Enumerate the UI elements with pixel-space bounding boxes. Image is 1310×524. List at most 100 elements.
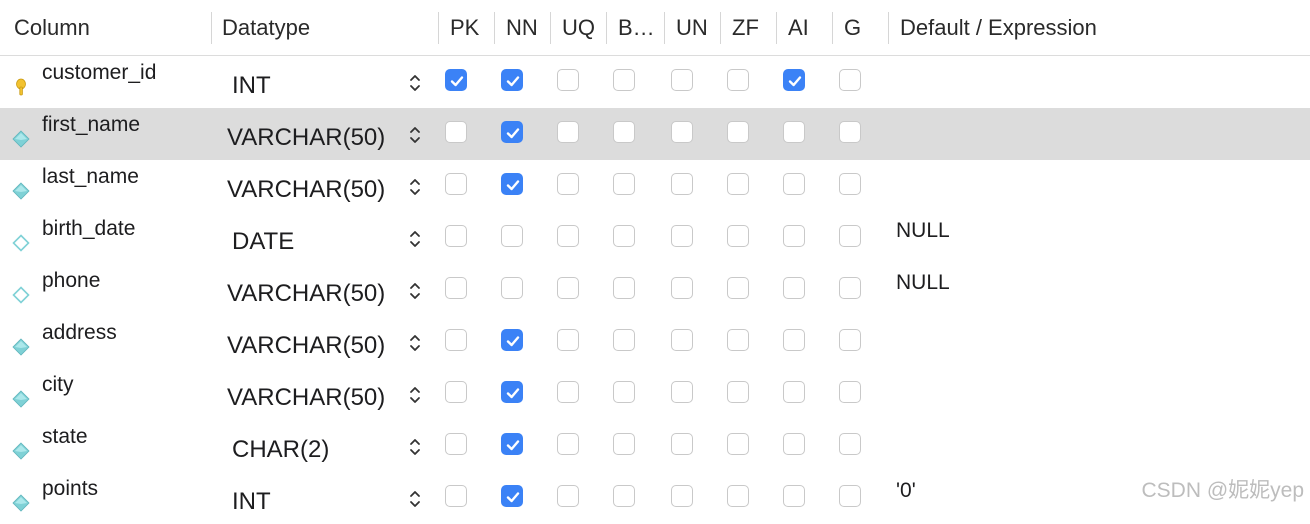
column-name[interactable]: first_name (42, 113, 140, 137)
column-name[interactable]: customer_id (42, 61, 156, 85)
nn-checkbox[interactable] (501, 277, 523, 299)
datatype-select-chevron-icon[interactable] (406, 72, 424, 94)
datatype-value[interactable]: DATE (232, 228, 294, 256)
column-name[interactable]: city (42, 373, 74, 397)
header-pk[interactable]: PK (450, 0, 479, 55)
un-checkbox[interactable] (671, 433, 693, 455)
datatype-value[interactable]: VARCHAR(50) (227, 332, 385, 360)
datatype-value[interactable]: VARCHAR(50) (227, 384, 385, 412)
zf-checkbox[interactable] (727, 173, 749, 195)
un-checkbox[interactable] (671, 381, 693, 403)
default-expression-value[interactable]: '0' (896, 479, 916, 503)
default-expression-value[interactable]: NULL (896, 219, 950, 243)
column-name[interactable]: state (42, 425, 88, 449)
b-checkbox[interactable] (613, 381, 635, 403)
table-row[interactable]: address VARCHAR(50) (0, 316, 1310, 368)
uq-checkbox[interactable] (557, 277, 579, 299)
ai-checkbox[interactable] (783, 381, 805, 403)
ai-checkbox[interactable] (783, 433, 805, 455)
nn-checkbox[interactable] (501, 381, 523, 403)
zf-checkbox[interactable] (727, 277, 749, 299)
un-checkbox[interactable] (671, 329, 693, 351)
uq-checkbox[interactable] (557, 69, 579, 91)
b-checkbox[interactable] (613, 485, 635, 507)
g-checkbox[interactable] (839, 381, 861, 403)
datatype-value[interactable]: VARCHAR(50) (227, 280, 385, 308)
un-checkbox[interactable] (671, 225, 693, 247)
table-row[interactable]: points INT '0' (0, 472, 1310, 524)
zf-checkbox[interactable] (727, 381, 749, 403)
nn-checkbox[interactable] (501, 433, 523, 455)
b-checkbox[interactable] (613, 329, 635, 351)
uq-checkbox[interactable] (557, 329, 579, 351)
un-checkbox[interactable] (671, 121, 693, 143)
g-checkbox[interactable] (839, 121, 861, 143)
b-checkbox[interactable] (613, 173, 635, 195)
nn-checkbox[interactable] (501, 485, 523, 507)
column-name[interactable]: last_name (42, 165, 139, 189)
datatype-select-chevron-icon[interactable] (406, 228, 424, 250)
datatype-value[interactable]: VARCHAR(50) (227, 124, 385, 152)
uq-checkbox[interactable] (557, 173, 579, 195)
datatype-select-chevron-icon[interactable] (406, 280, 424, 302)
g-checkbox[interactable] (839, 485, 861, 507)
pk-checkbox[interactable] (445, 69, 467, 91)
header-g[interactable]: G (844, 0, 861, 55)
column-name[interactable]: phone (42, 269, 100, 293)
pk-checkbox[interactable] (445, 433, 467, 455)
pk-checkbox[interactable] (445, 381, 467, 403)
pk-checkbox[interactable] (445, 329, 467, 351)
header-default-expression[interactable]: Default / Expression (900, 0, 1097, 55)
table-row[interactable]: birth_date DATE NULL (0, 212, 1310, 264)
header-column[interactable]: Column (14, 0, 90, 55)
table-row[interactable]: phone VARCHAR(50) NULL (0, 264, 1310, 316)
table-row[interactable]: state CHAR(2) (0, 420, 1310, 472)
un-checkbox[interactable] (671, 69, 693, 91)
g-checkbox[interactable] (839, 329, 861, 351)
header-nn[interactable]: NN (506, 0, 538, 55)
header-un[interactable]: UN (676, 0, 708, 55)
datatype-select-chevron-icon[interactable] (406, 436, 424, 458)
pk-checkbox[interactable] (445, 121, 467, 143)
nn-checkbox[interactable] (501, 173, 523, 195)
nn-checkbox[interactable] (501, 121, 523, 143)
b-checkbox[interactable] (613, 225, 635, 247)
ai-checkbox[interactable] (783, 329, 805, 351)
datatype-value[interactable]: CHAR(2) (232, 436, 329, 464)
zf-checkbox[interactable] (727, 485, 749, 507)
zf-checkbox[interactable] (727, 121, 749, 143)
g-checkbox[interactable] (839, 225, 861, 247)
uq-checkbox[interactable] (557, 485, 579, 507)
pk-checkbox[interactable] (445, 277, 467, 299)
zf-checkbox[interactable] (727, 69, 749, 91)
ai-checkbox[interactable] (783, 277, 805, 299)
g-checkbox[interactable] (839, 173, 861, 195)
uq-checkbox[interactable] (557, 381, 579, 403)
b-checkbox[interactable] (613, 121, 635, 143)
column-name[interactable]: points (42, 477, 98, 501)
ai-checkbox[interactable] (783, 69, 805, 91)
datatype-select-chevron-icon[interactable] (406, 488, 424, 510)
table-row[interactable]: first_name VARCHAR(50) (0, 108, 1310, 160)
header-b[interactable]: B… (618, 0, 655, 55)
datatype-value[interactable]: INT (232, 72, 271, 100)
b-checkbox[interactable] (613, 433, 635, 455)
b-checkbox[interactable] (613, 277, 635, 299)
nn-checkbox[interactable] (501, 69, 523, 91)
table-row[interactable]: last_name VARCHAR(50) (0, 160, 1310, 212)
uq-checkbox[interactable] (557, 433, 579, 455)
column-name[interactable]: address (42, 321, 117, 345)
pk-checkbox[interactable] (445, 173, 467, 195)
uq-checkbox[interactable] (557, 121, 579, 143)
ai-checkbox[interactable] (783, 121, 805, 143)
zf-checkbox[interactable] (727, 433, 749, 455)
header-uq[interactable]: UQ (562, 0, 595, 55)
ai-checkbox[interactable] (783, 225, 805, 247)
header-ai[interactable]: AI (788, 0, 809, 55)
uq-checkbox[interactable] (557, 225, 579, 247)
datatype-select-chevron-icon[interactable] (406, 176, 424, 198)
pk-checkbox[interactable] (445, 225, 467, 247)
zf-checkbox[interactable] (727, 329, 749, 351)
nn-checkbox[interactable] (501, 225, 523, 247)
g-checkbox[interactable] (839, 69, 861, 91)
